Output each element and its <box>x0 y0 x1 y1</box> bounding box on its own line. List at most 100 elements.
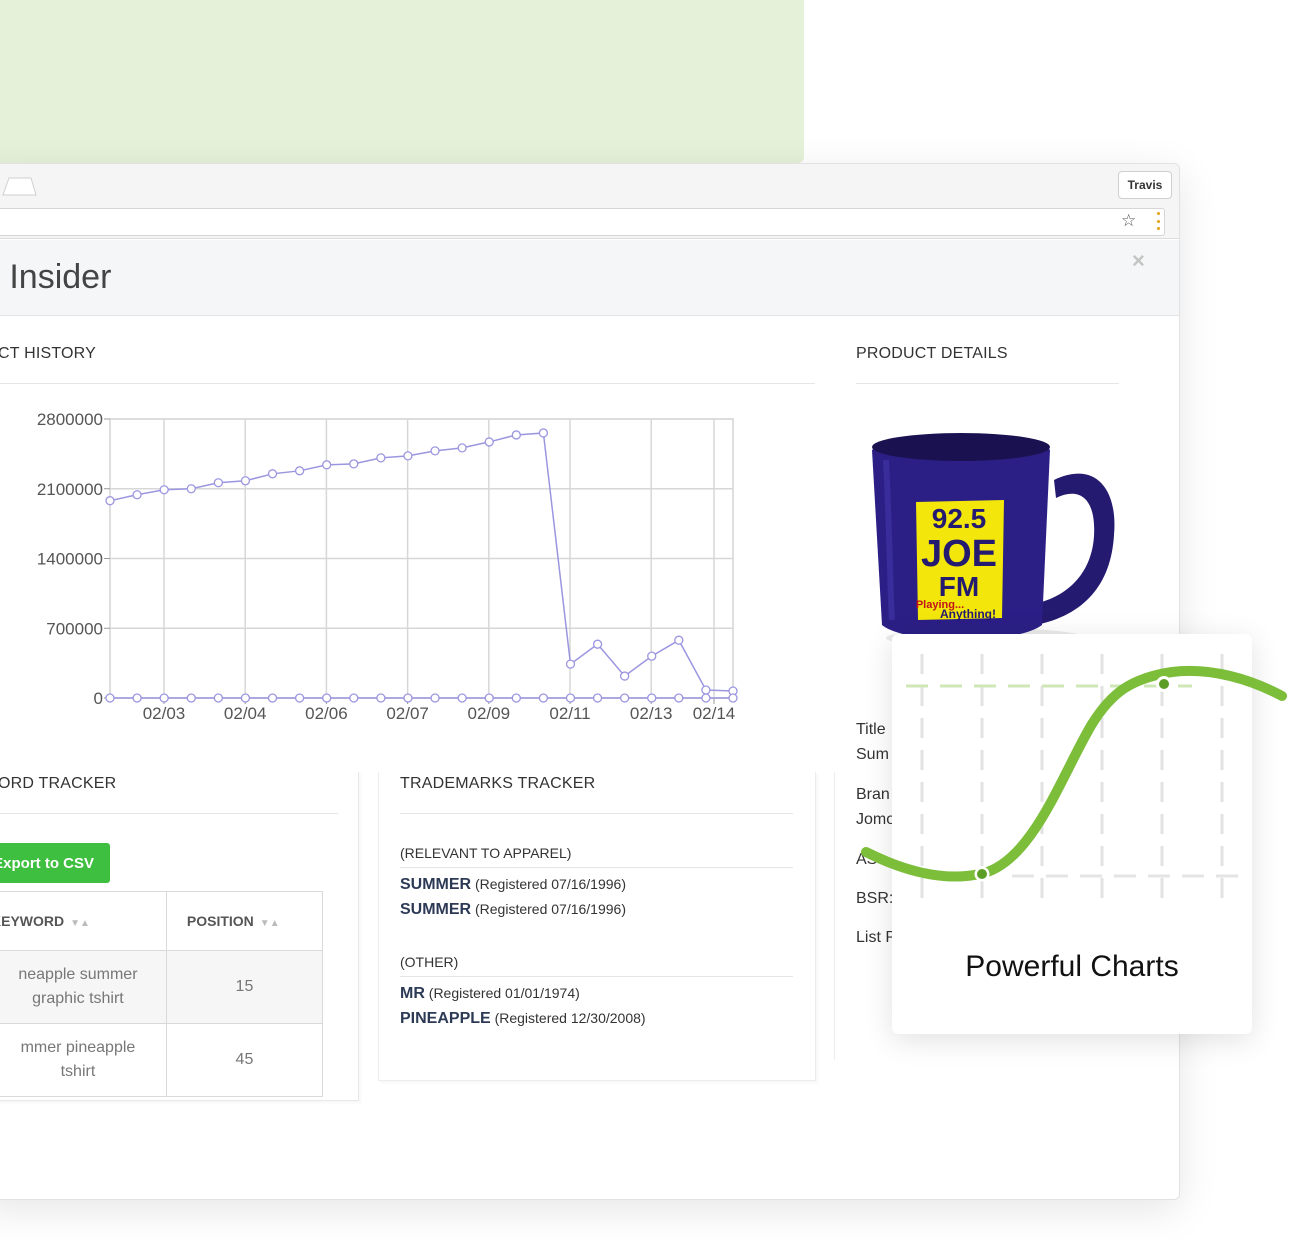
address-bar: ☆ <box>0 208 1179 239</box>
position-cell: 15 <box>166 950 324 1024</box>
data-point[interactable] <box>349 693 359 703</box>
data-point[interactable] <box>376 453 386 463</box>
data-point[interactable] <box>403 693 413 703</box>
data-point[interactable] <box>674 635 684 645</box>
trademark-item: MR (Registered 01/01/1974) <box>400 985 580 1002</box>
data-point[interactable] <box>240 476 251 486</box>
keyword-cell: mmer pineapple tshirt <box>0 1023 167 1097</box>
table-row[interactable]: neapple summer graphic tshirt 15 <box>0 950 324 1024</box>
data-point[interactable] <box>186 484 196 494</box>
data-point[interactable] <box>592 639 603 649</box>
browser-menu-icon[interactable] <box>1157 212 1161 230</box>
trademarks-title: TRADEMARKS TRACKER <box>400 775 596 792</box>
data-point[interactable] <box>240 693 251 703</box>
data-point[interactable] <box>267 469 278 479</box>
column-divider <box>834 772 835 1060</box>
export-csv-button[interactable]: Export to CSV <box>0 843 110 883</box>
modal-header: n Insider × <box>0 240 1179 316</box>
product-image: 92.5 JOE FM Playing... Anything! <box>872 433 1115 648</box>
data-point[interactable] <box>511 430 521 440</box>
data-point[interactable] <box>457 443 467 453</box>
data-point[interactable] <box>132 490 142 500</box>
data-point[interactable] <box>159 693 169 703</box>
table-row[interactable]: mmer pineapple tshirt 45 <box>0 1023 324 1097</box>
data-point[interactable] <box>105 496 115 506</box>
y-tick-label: 2800000 <box>37 410 103 429</box>
sort-icon[interactable]: ▼▲ <box>70 918 90 929</box>
trademark-item: SUMMER (Registered 07/16/1996) <box>400 901 626 918</box>
data-point[interactable] <box>592 693 603 703</box>
svg-text:92.5: 92.5 <box>932 503 987 534</box>
history-chart: 2800000 2100000 1400000 700000 0 02/03 02/04 02… <box>37 410 738 723</box>
series-line <box>109 432 734 692</box>
data-point[interactable] <box>294 693 305 703</box>
x-tick-label: 02/14 <box>693 704 736 723</box>
data-point[interactable] <box>538 428 549 438</box>
data-point[interactable] <box>538 693 549 703</box>
keyword-cell: neapple summer graphic tshirt <box>0 950 167 1024</box>
data-point[interactable] <box>349 459 359 469</box>
data-point[interactable] <box>186 693 196 703</box>
data-point[interactable] <box>565 693 576 703</box>
data-point[interactable] <box>647 693 657 703</box>
data-point[interactable] <box>701 693 711 703</box>
data-point[interactable] <box>728 693 738 703</box>
keyword-column-header[interactable]: KEYWORD▼▲ <box>0 891 167 951</box>
data-point[interactable] <box>701 685 711 695</box>
keyword-divider <box>0 813 338 814</box>
data-point[interactable] <box>105 693 115 703</box>
mug-logo: 92.5 JOE FM Playing... Anything! <box>916 500 1004 621</box>
profile-button[interactable]: Travis <box>1118 171 1172 199</box>
bookmark-star-icon[interactable]: ☆ <box>1121 211 1136 231</box>
data-point[interactable] <box>322 460 332 470</box>
keyword-tracker-title: ORD TRACKER <box>0 775 117 792</box>
data-point[interactable] <box>484 693 494 703</box>
position-column-header[interactable]: POSITION ▼▲ <box>166 891 324 951</box>
data-point[interactable] <box>430 446 440 456</box>
trademark-item: SUMMER (Registered 07/16/1996) <box>400 876 626 893</box>
browser-tab[interactable] <box>1 176 37 196</box>
close-icon[interactable]: × <box>1132 248 1145 274</box>
data-point[interactable] <box>132 693 142 703</box>
data-point[interactable] <box>322 693 332 703</box>
table-header-row: KEYWORD▼▲ POSITION▼▲ <box>0 891 324 951</box>
trademark-group-label: (OTHER) <box>400 954 459 970</box>
trademark-group-divider <box>400 976 793 977</box>
trademark-group-label: (RELEVANT TO APPAREL) <box>400 845 572 861</box>
data-point[interactable] <box>484 437 494 447</box>
data-point[interactable] <box>376 693 386 703</box>
data-point[interactable] <box>159 485 169 495</box>
url-input[interactable] <box>0 208 1165 236</box>
x-tick-label: 02/04 <box>224 704 267 723</box>
x-tick-label: 02/09 <box>468 704 511 723</box>
data-point[interactable] <box>430 693 440 703</box>
history-divider <box>0 383 815 384</box>
history-title: CT HISTORY <box>0 345 97 362</box>
tab-bar: Travis <box>0 164 1179 208</box>
data-point[interactable] <box>620 671 630 681</box>
hero-background <box>0 0 804 163</box>
card-label: Powerful Charts <box>965 950 1179 983</box>
data-point[interactable] <box>403 451 413 461</box>
data-point[interactable] <box>511 693 521 703</box>
data-point[interactable] <box>674 693 684 703</box>
x-tick-label: 02/11 <box>549 704 590 723</box>
svg-text:Anything!: Anything! <box>940 607 996 621</box>
data-point[interactable] <box>565 659 576 669</box>
data-point[interactable] <box>213 693 223 703</box>
data-point[interactable] <box>213 478 223 488</box>
data-point[interactable] <box>620 693 630 703</box>
trademarks-panel <box>378 772 816 1081</box>
product-details-title: PRODUCT DETAILS <box>856 345 1008 362</box>
data-point[interactable] <box>457 693 467 703</box>
detail-list-price-label: List P <box>856 929 897 946</box>
data-point[interactable] <box>294 466 305 476</box>
sort-icon[interactable]: ▼▲ <box>260 918 280 929</box>
position-cell: 45 <box>166 1023 324 1097</box>
x-tick-label: 02/07 <box>386 704 429 723</box>
x-tick-label: 02/06 <box>305 704 348 723</box>
trademark-group-divider <box>400 867 793 868</box>
data-point[interactable] <box>647 651 657 661</box>
x-tick-label: 02/13 <box>630 704 673 723</box>
data-point[interactable] <box>267 693 278 703</box>
